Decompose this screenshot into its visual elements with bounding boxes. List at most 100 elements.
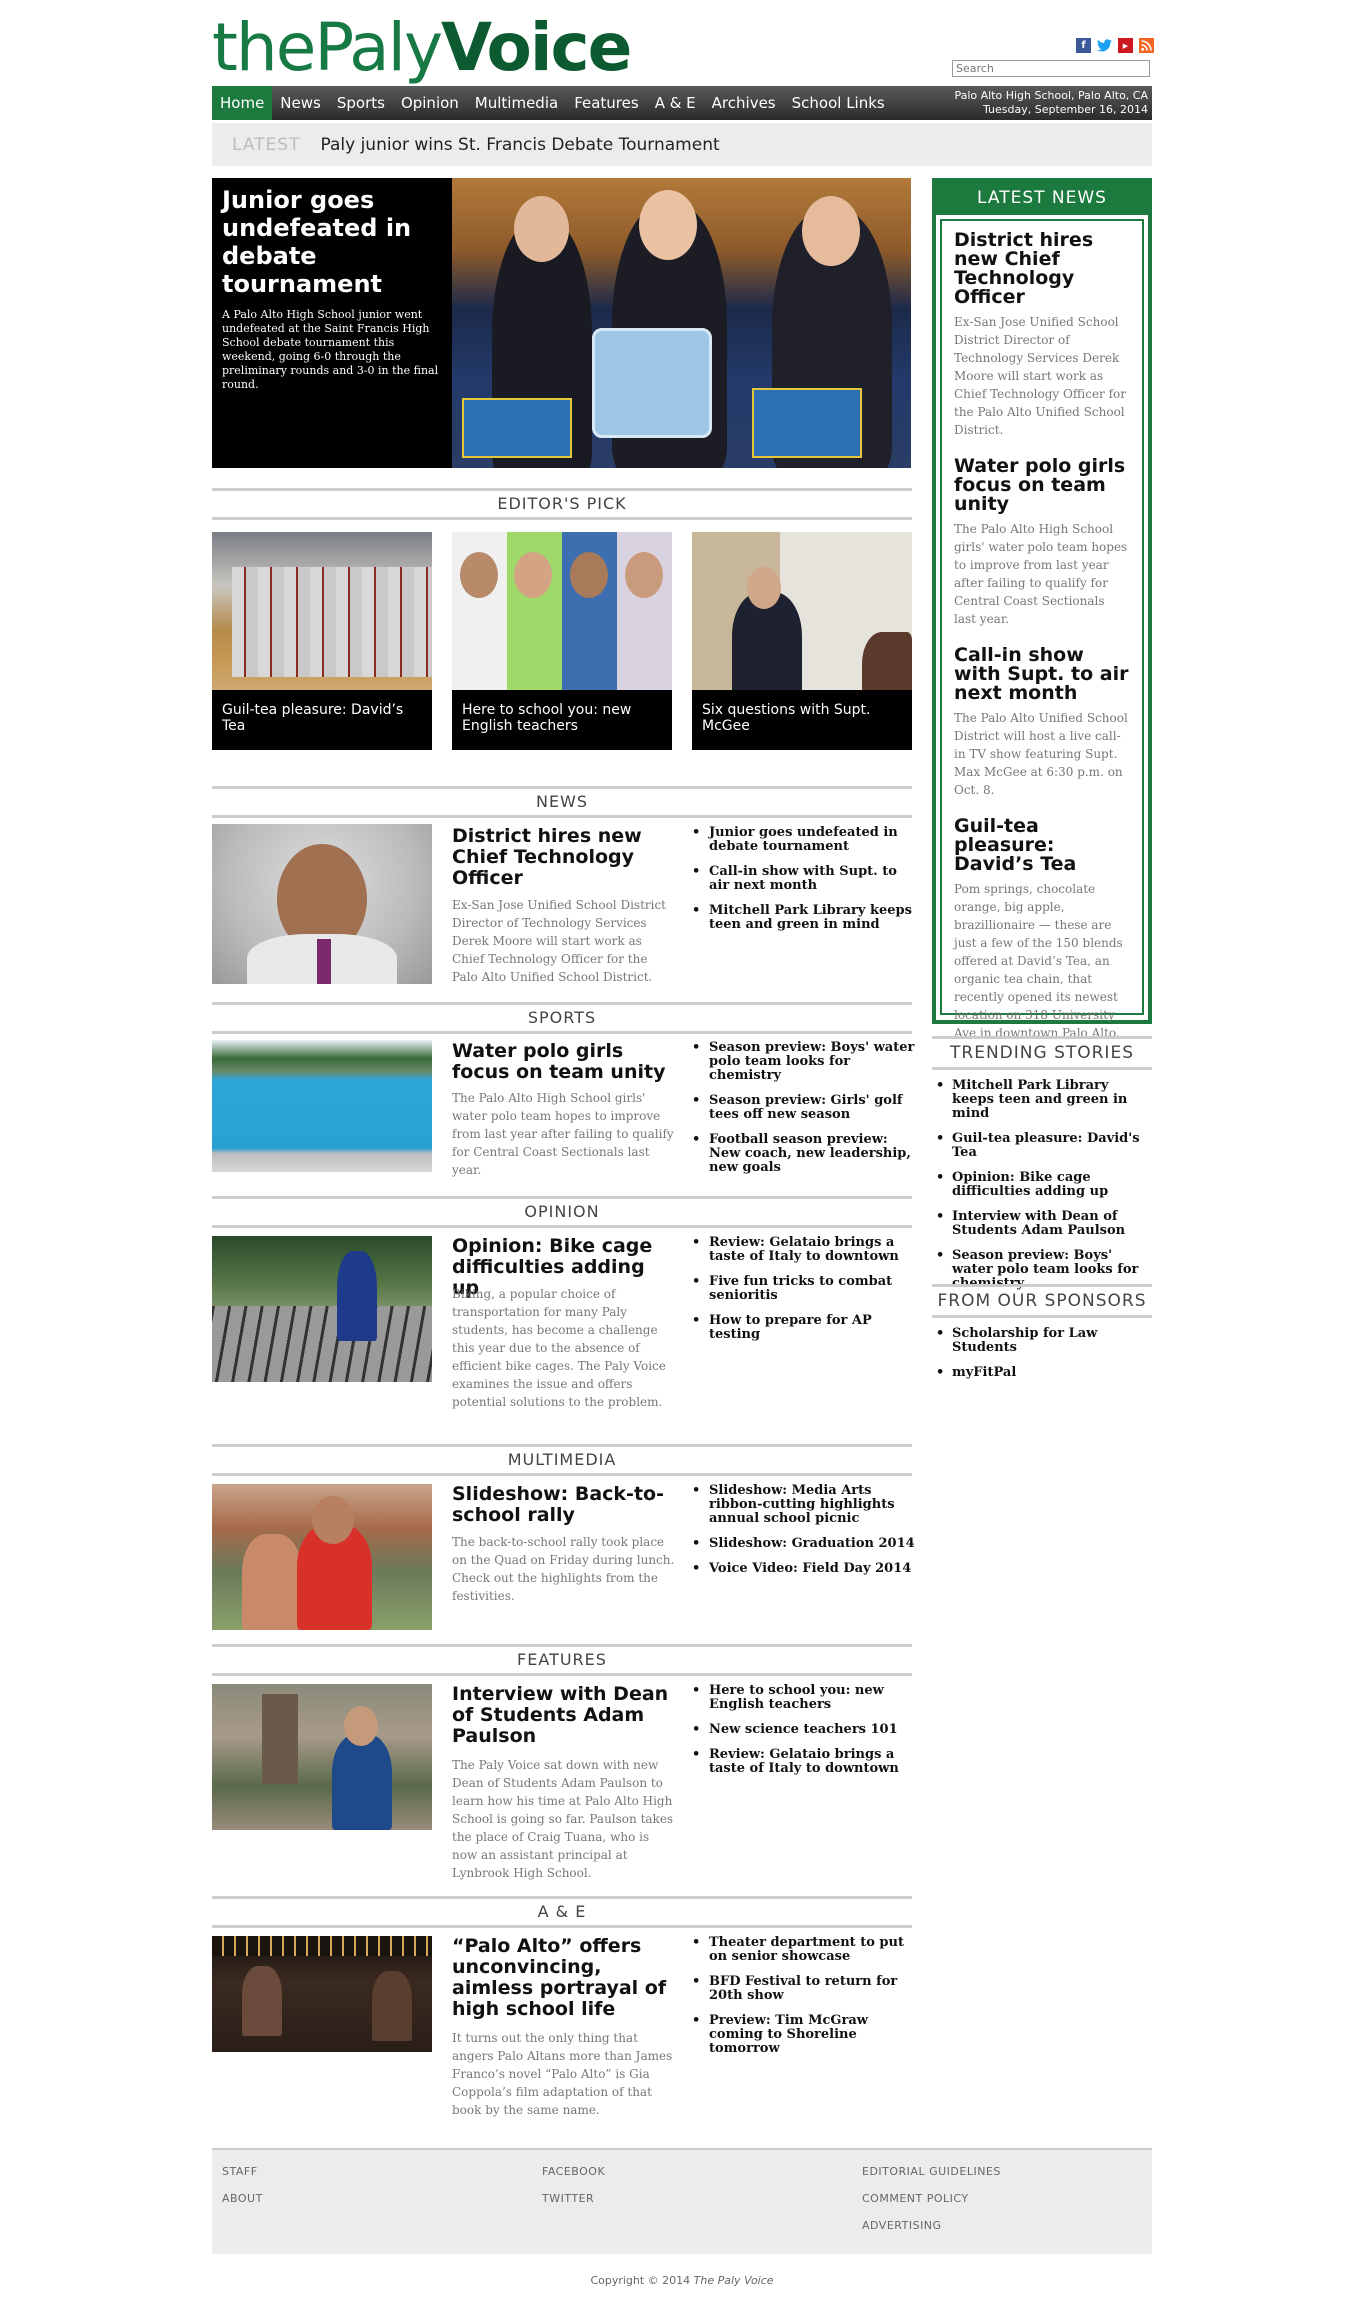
section-heading-features: FEATURES (212, 1644, 912, 1676)
list-item[interactable]: Scholarship for Law Students (932, 1327, 1152, 1355)
twitter-icon[interactable] (1097, 38, 1112, 53)
sidebar-story-title[interactable]: Guil-tea pleasure: David’s Tea (954, 817, 1130, 874)
list-item[interactable]: New science teachers 101 (692, 1723, 917, 1738)
latest-headline[interactable]: Paly junior wins St. Francis Debate Tour… (320, 135, 719, 155)
ae-thumbnail[interactable] (212, 1936, 432, 2052)
logo-paly: Paly (314, 9, 443, 86)
logo-voice: Voice (441, 9, 632, 86)
list-item[interactable]: Review: Gelataio brings a taste of Italy… (692, 1236, 917, 1264)
sports-title[interactable]: Water polo girls focus on team unity (452, 1041, 677, 1083)
footer-link-twitter[interactable]: TWITTER (542, 2185, 605, 2212)
footer-link-staff[interactable]: STAFF (222, 2158, 263, 2185)
news-links: Junior goes undefeated in debate tournam… (692, 826, 917, 943)
nav-sports[interactable]: Sports (329, 86, 393, 120)
sponsors-heading: FROM OUR SPONSORS (932, 1284, 1152, 1318)
editors-pick-item[interactable]: Here to school you: new English teachers (452, 532, 672, 750)
sponsors-list: Scholarship for Law Students myFitPal (932, 1327, 1152, 1391)
footer-link-advertising[interactable]: ADVERTISING (862, 2212, 1001, 2239)
footer-link-facebook[interactable]: FACEBOOK (542, 2158, 605, 2185)
search-input[interactable] (952, 60, 1150, 77)
nav-location: Palo Alto High School, Palo Alto, CA (954, 89, 1148, 102)
trending-heading: TRENDING STORIES (932, 1036, 1152, 1070)
sports-links: Season preview: Boys' water polo team lo… (692, 1041, 917, 1186)
section-heading-editors-pick: EDITOR'S PICK (212, 488, 912, 520)
editors-pick-caption[interactable]: Guil-tea pleasure: David’s Tea (212, 690, 432, 750)
list-item[interactable]: Guil-tea pleasure: David's Tea (932, 1132, 1152, 1160)
list-item[interactable]: myFitPal (932, 1366, 1152, 1381)
list-item[interactable]: How to prepare for AP testing (692, 1314, 917, 1342)
list-item[interactable]: Preview: Tim McGraw coming to Shoreline … (692, 2014, 917, 2056)
sidebar-heading: LATEST NEWS (935, 181, 1149, 215)
list-item[interactable]: Season preview: Boys' water polo team lo… (692, 1041, 917, 1083)
sidebar-story[interactable]: District hires new Chief Technology Offi… (942, 231, 1142, 439)
list-item[interactable]: Theater department to put on senior show… (692, 1936, 917, 1964)
list-item[interactable]: Mitchell Park Library keeps teen and gre… (692, 904, 917, 932)
footer-link-comment-policy[interactable]: COMMENT POLICY (862, 2185, 1001, 2212)
multimedia-description: The back-to-school rally took place on t… (452, 1535, 675, 1603)
list-item[interactable]: Call-in show with Supt. to air next mont… (692, 865, 917, 893)
section-heading-opinion: OPINION (212, 1196, 912, 1228)
nav-opinion[interactable]: Opinion (393, 86, 467, 120)
hero-title[interactable]: Junior goes undefeated in debate tournam… (222, 186, 442, 298)
list-item[interactable]: BFD Festival to return for 20th show (692, 1975, 917, 2003)
section-heading-news: NEWS (212, 786, 912, 818)
footer-link-about[interactable]: ABOUT (222, 2185, 263, 2212)
hero-story[interactable]: Junior goes undefeated in debate tournam… (212, 178, 452, 468)
features-title[interactable]: Interview with Dean of Students Adam Pau… (452, 1684, 677, 1747)
sidebar-story[interactable]: Water polo girls focus on team unity The… (942, 457, 1142, 628)
footer-col-1: STAFF ABOUT (222, 2158, 263, 2212)
multimedia-thumbnail[interactable] (212, 1484, 432, 1630)
sports-description: The Palo Alto High School girls' water p… (452, 1091, 674, 1177)
opinion-thumbnail[interactable] (212, 1236, 432, 1382)
multimedia-title[interactable]: Slideshow: Back-to-school rally (452, 1484, 677, 1526)
facebook-icon[interactable]: f (1076, 38, 1091, 53)
sidebar-story-desc: Pom springs, chocolate orange, big apple… (954, 882, 1123, 1040)
list-item[interactable]: Junior goes undefeated in debate tournam… (692, 826, 917, 854)
ae-title[interactable]: “Palo Alto” offers unconvincing, aimless… (452, 1936, 677, 2020)
copyright-name: The Paly Voice (693, 2274, 774, 2287)
nav-archives[interactable]: Archives (704, 86, 784, 120)
features-thumbnail[interactable] (212, 1684, 432, 1830)
list-item[interactable]: Mitchell Park Library keeps teen and gre… (932, 1079, 1152, 1121)
editors-pick-item[interactable]: Six questions with Supt. McGee (692, 532, 912, 750)
list-item[interactable]: Slideshow: Graduation 2014 (692, 1537, 917, 1552)
sidebar-story[interactable]: Guil-tea pleasure: David’s Tea Pom sprin… (942, 817, 1142, 1042)
latest-news-sidebar: LATEST NEWS District hires new Chief Tec… (932, 178, 1152, 1040)
nav-multimedia[interactable]: Multimedia (467, 86, 566, 120)
nav-ae[interactable]: A & E (647, 86, 704, 120)
editors-pick-item[interactable]: Guil-tea pleasure: David’s Tea (212, 532, 432, 750)
list-item[interactable]: Here to school you: new English teachers (692, 1684, 917, 1712)
list-item[interactable]: Football season preview: New coach, new … (692, 1133, 917, 1175)
nav-features[interactable]: Features (566, 86, 647, 120)
sidebar-story-title[interactable]: District hires new Chief Technology Offi… (954, 231, 1130, 307)
sidebar-story-title[interactable]: Call-in show with Supt. to air next mont… (954, 646, 1130, 703)
list-item[interactable]: Season preview: Girls' golf tees off new… (692, 1094, 917, 1122)
list-item[interactable]: Five fun tricks to combat senioritis (692, 1275, 917, 1303)
sidebar-story-title[interactable]: Water polo girls focus on team unity (954, 457, 1130, 514)
sidebar-story[interactable]: Call-in show with Supt. to air next mont… (942, 646, 1142, 799)
rss-icon[interactable] (1139, 38, 1154, 53)
youtube-icon[interactable]: ▶ (1118, 38, 1133, 53)
latest-label: LATEST (232, 134, 301, 155)
list-item[interactable]: Slideshow: Media Arts ribbon-cutting hig… (692, 1484, 917, 1526)
sports-thumbnail[interactable] (212, 1040, 432, 1172)
footer-link-editorial-guidelines[interactable]: EDITORIAL GUIDELINES (862, 2158, 1001, 2185)
hero-description: A Palo Alto High School junior went unde… (222, 308, 439, 391)
features-description: The Paly Voice sat down with new Dean of… (452, 1758, 674, 1880)
hero-image[interactable] (452, 178, 911, 468)
editors-pick-caption[interactable]: Here to school you: new English teachers (452, 690, 672, 750)
list-item[interactable]: Review: Gelataio brings a taste of Italy… (692, 1748, 917, 1776)
ae-description: It turns out the only thing that angers … (452, 2031, 673, 2117)
editors-pick-caption[interactable]: Six questions with Supt. McGee (692, 690, 912, 750)
section-heading-sports: SPORTS (212, 1002, 912, 1034)
list-item[interactable]: Voice Video: Field Day 2014 (692, 1562, 917, 1577)
list-item[interactable]: Interview with Dean of Students Adam Pau… (932, 1210, 1152, 1238)
nav-school-links[interactable]: School Links (784, 86, 893, 120)
news-thumbnail[interactable] (212, 824, 432, 984)
site-logo[interactable]: thePalyVoice (212, 9, 632, 86)
news-title[interactable]: District hires new Chief Technology Offi… (452, 826, 677, 889)
nav-home[interactable]: Home (212, 86, 273, 120)
opinion-description: Biking, a popular choice of transportati… (452, 1287, 666, 1409)
list-item[interactable]: Opinion: Bike cage difficulties adding u… (932, 1171, 1152, 1199)
nav-news[interactable]: News (272, 86, 329, 120)
